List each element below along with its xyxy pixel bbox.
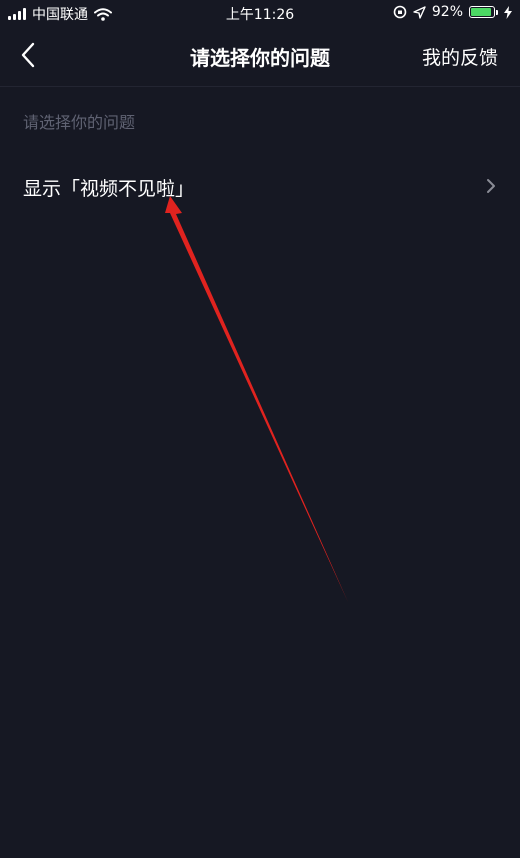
battery-level-fill — [471, 8, 492, 16]
charging-icon — [504, 5, 512, 19]
battery-percent: 92% — [431, 4, 463, 20]
back-button[interactable] — [14, 40, 44, 70]
location-icon — [413, 5, 426, 19]
list-item-label: 显示「视频不见啦」 — [23, 178, 195, 200]
battery-icon — [469, 6, 498, 18]
chevron-right-icon — [487, 179, 495, 193]
chevron-left-icon — [21, 42, 35, 68]
my-feedback-button[interactable]: 我的反馈 — [422, 43, 498, 70]
status-right: 92% — [393, 4, 512, 20]
status-bar: 中国联通 上午11:26 92% — [0, 0, 520, 26]
section-header: 请选择你的问题 — [23, 113, 136, 132]
list-item-video-missing[interactable]: 显示「视频不见啦」 — [0, 160, 520, 212]
navigation-bar: 请选择你的问题 我的反馈 — [0, 26, 520, 87]
orientation-lock-icon — [393, 5, 407, 19]
